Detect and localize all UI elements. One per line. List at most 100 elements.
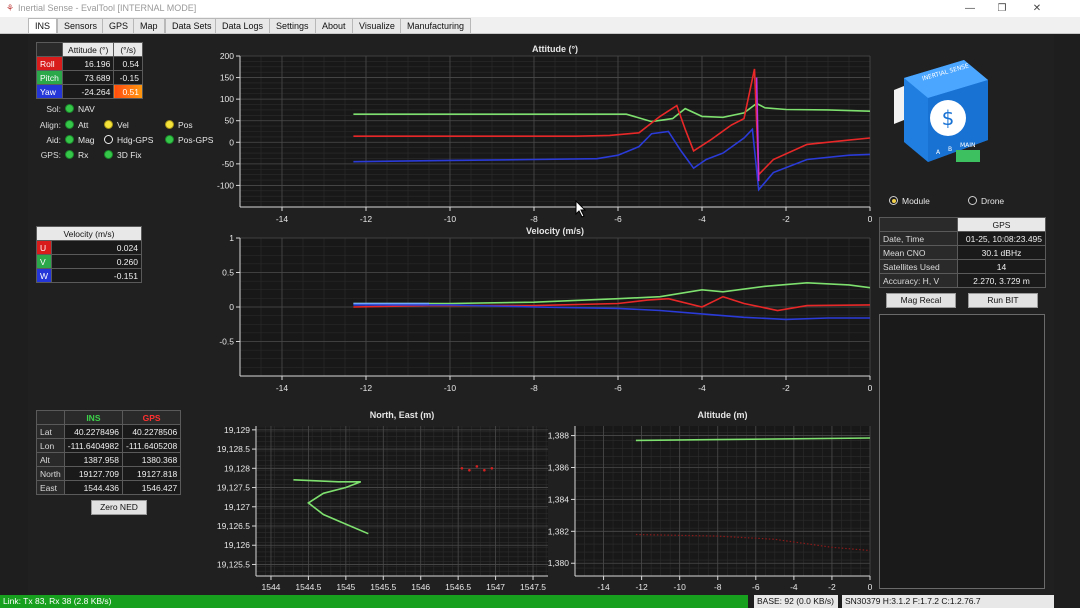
title-bar: ⚘ Inertial Sense - EvalTool [INTERNAL MO… [0, 0, 1080, 17]
y-tick-label: 1,388 [548, 431, 570, 441]
north-label: North [36, 466, 65, 481]
status-led-icon [104, 120, 113, 129]
tab-gps[interactable]: GPS [102, 18, 136, 33]
data-point [460, 467, 464, 470]
x-tick-label: 1546.5 [445, 582, 471, 592]
radio-drone[interactable]: Drone [968, 196, 1004, 206]
maximize-button[interactable]: ❐ [985, 1, 1019, 16]
align-label: Align: [39, 120, 61, 130]
tab-about[interactable]: About [315, 18, 353, 33]
velocity-table: Velocity (m/s) U 0.024 V 0.260 W -0.151 [35, 226, 142, 283]
position-table: INS GPS Lat 40.2278496 40.2278506 Lon -1… [36, 410, 182, 495]
x-tick-label: 1546 [411, 582, 430, 592]
radio-drone-label: Drone [981, 196, 1005, 206]
roll-rate: 0.54 [113, 56, 143, 71]
bit-results-panel [879, 314, 1045, 589]
table-row: Yaw -24.264 0.51 [36, 84, 143, 99]
gps-3d-fix-label: 3D Fix [117, 150, 142, 160]
y-tick-label: 200 [220, 51, 234, 61]
x-tick-label: -2 [828, 582, 836, 592]
velocity-u-label: U [35, 240, 53, 255]
tab-settings[interactable]: Settings [269, 18, 316, 33]
attitude-table: Attitude (°) (°/s) Roll 16.196 0.54 Pitc… [36, 42, 143, 99]
attitude-header: Attitude (°) [61, 42, 115, 57]
tab-ins[interactable]: INS [28, 18, 58, 33]
y-tick-label: 1,382 [548, 526, 570, 536]
aid-mag-label: Mag [78, 135, 95, 145]
velocity-w-value: -0.151 [51, 268, 142, 283]
tab-manufacturing[interactable]: Manufacturing [400, 18, 472, 33]
x-tick-label: 1545.5 [370, 582, 396, 592]
tab-visualize[interactable]: Visualize [352, 18, 402, 33]
zero-ned-button[interactable]: Zero NED [91, 500, 147, 515]
ins-panel: Attitude (°) (°/s) Roll 16.196 0.54 Pitc… [28, 34, 1054, 595]
date-time-value: 01-25, 10:08:23.495 [957, 231, 1046, 246]
window-title: Inertial Sense - EvalTool [INTERNAL MODE… [18, 3, 197, 13]
x-tick-label: -4 [698, 383, 706, 393]
y-tick-label: 19,126.5 [217, 521, 250, 531]
pitch-rate: -0.15 [113, 70, 143, 85]
tab-sensors[interactable]: Sensors [57, 18, 105, 33]
mag-recal-button[interactable]: Mag Recal [886, 293, 956, 308]
gps-status-row: GPS: Rx 3D Fix [35, 150, 225, 163]
x-tick-label: -8 [530, 383, 538, 393]
attitude-chart: -14 -12 -10 -8 -6 -4 -2 0 200 150 100 50 0 -50 -100 Att… [217, 44, 873, 224]
status-led-icon [65, 150, 74, 159]
table-row: Lon -111.6404982 -111.6405208 [36, 438, 182, 453]
tab-data-sets[interactable]: Data Sets [165, 18, 219, 33]
x-tick-label: -14 [597, 582, 610, 592]
y-tick-label: 0 [229, 302, 234, 312]
mouse-cursor-icon [575, 200, 587, 218]
data-point [468, 468, 471, 472]
status-led-icon [65, 104, 74, 113]
device-label-main: MAIN [960, 142, 976, 149]
aid-status-row: Aid: Mag Hdg-GPS Pos-GPS [35, 135, 225, 148]
pitch-label: Pitch [36, 70, 63, 85]
x-tick-label: 1544.5 [295, 582, 321, 592]
y-tick-label: 150 [220, 73, 234, 83]
velocity-u-value: 0.024 [51, 240, 142, 255]
status-led-icon [65, 135, 74, 144]
tab-map[interactable]: Map [133, 18, 165, 33]
y-tick-label: -100 [217, 180, 234, 190]
gps-rx-indicator: Rx [65, 150, 88, 160]
minimize-button[interactable]: — [953, 1, 987, 16]
x-tick-label: 1545 [336, 582, 355, 592]
x-tick-label: -4 [790, 582, 798, 592]
position-corner [36, 410, 65, 425]
gps-label: GPS: [40, 150, 61, 160]
yaw-value: -24.264 [61, 84, 115, 99]
tab-data-logs[interactable]: Data Logs [215, 18, 271, 33]
gps-info-corner [879, 217, 958, 232]
device-label-b: B [948, 146, 952, 153]
run-bit-button[interactable]: Run BIT [968, 293, 1038, 308]
align-status-row: Align: Att Vel Pos [35, 120, 225, 133]
east-label: East [36, 480, 65, 495]
x-tick-label: -12 [360, 214, 373, 224]
device-connector [956, 150, 980, 162]
data-point [475, 465, 479, 468]
velocity-v-value: 0.260 [51, 254, 142, 269]
close-button[interactable]: ✕ [1020, 1, 1054, 16]
accuracy-value: 2.270, 3.729 m [957, 273, 1046, 288]
alt-ins: 1387.958 [63, 452, 124, 467]
x-tick-label: 0 [868, 214, 873, 224]
y-tick-label: 19,128.5 [217, 444, 250, 454]
pitch-value: 73.689 [61, 70, 115, 85]
chart-title: Altitude (m) [698, 410, 748, 420]
aid-hdg-gps-label: Hdg-GPS [117, 135, 154, 145]
data-point [483, 468, 486, 472]
y-tick-label: 0 [229, 137, 234, 147]
velocity-chart: -14 -12 -10 -8 -6 -4 -2 0 1 0.5 0 -0.5 Velocity (m/s… [219, 226, 872, 393]
y-tick-label: 19,129 [224, 425, 250, 435]
gps-header: GPS [122, 410, 182, 425]
alt-gps: 1380.368 [122, 452, 182, 467]
status-led-icon [104, 150, 113, 159]
align-att-label: Att [78, 120, 89, 130]
radio-module[interactable]: Module [889, 196, 930, 206]
aid-hdg-gps-indicator: Hdg-GPS [104, 135, 153, 145]
attitude-corner [36, 42, 63, 57]
gps-rx-label: Rx [78, 150, 89, 160]
lon-ins: -111.6404982 [63, 438, 124, 453]
alt-label: Alt [36, 452, 65, 467]
